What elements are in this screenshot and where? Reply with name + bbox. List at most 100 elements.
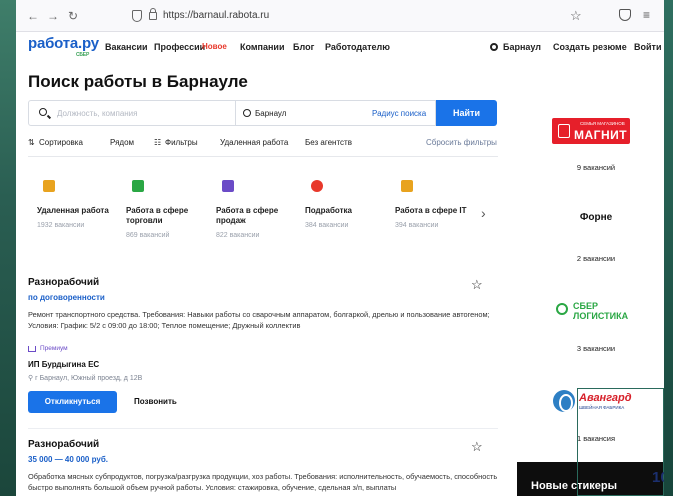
document-icon: [222, 180, 234, 192]
sber-icon: [556, 303, 568, 315]
page-title: Поиск работы в Барнауле: [28, 72, 248, 91]
category-count: 394 вакансии: [395, 222, 439, 229]
filters-icon: ☷: [154, 138, 162, 147]
sber-title: СБЕР: [573, 301, 598, 311]
category-card[interactable]: Подработка 384 вакансии: [305, 180, 385, 229]
lock-icon[interactable]: [149, 8, 157, 20]
forward-icon[interactable]: →: [46, 9, 60, 23]
region-selector[interactable]: Барнаул: [503, 42, 541, 52]
category-card[interactable]: Удаленная работа 1932 вакансии: [37, 180, 117, 229]
divider: [28, 428, 498, 429]
vacancy-address: ⚲ г Барнаул, Южный проезд, д 12В: [28, 375, 143, 382]
cart-icon: [132, 180, 144, 192]
bookmark-star-icon[interactable]: ☆: [570, 8, 582, 24]
category-count: 869 вакансий: [126, 232, 170, 239]
reload-icon[interactable]: ↻: [66, 9, 80, 23]
radius-link[interactable]: Радиус поиска: [372, 109, 426, 118]
vacancy-card[interactable]: Разнорабочий по договоренности Ремонт тр…: [28, 277, 498, 382]
chevron-right-icon[interactable]: ›: [481, 205, 486, 221]
premium-label: Премиум: [40, 345, 68, 352]
nav-employers[interactable]: Работодателю: [325, 42, 390, 52]
back-icon[interactable]: ←: [26, 9, 40, 23]
browser-window: ← → ↻ https://barnaul.rabota.ru ☆ ≡ рабо…: [16, 0, 664, 496]
category-count: 384 вакансии: [305, 222, 349, 229]
desktop-background-right: [664, 0, 673, 496]
address-text: г Барнаул, Южный проезд, д 12В: [35, 375, 143, 382]
new-badge: Новое: [202, 42, 227, 51]
shield-icon[interactable]: [132, 10, 142, 22]
favorite-star-icon[interactable]: ☆: [471, 277, 483, 293]
vacancy-description: Ремонт транспортного средства. Требовани…: [28, 310, 490, 330]
category-title: Работа в сфере продаж: [216, 206, 279, 225]
company-vacancy-count[interactable]: 9 вакансий: [536, 163, 656, 172]
browser-toolbar: ← → ↻ https://barnaul.rabota.ru ☆ ≡: [16, 0, 664, 32]
category-card[interactable]: Работа в сфере IT 394 вакансии: [395, 180, 475, 229]
briefcase-icon: [43, 180, 55, 192]
category-title: Работа в сфере торговли: [126, 206, 189, 225]
category-title: Удаленная работа: [37, 206, 109, 215]
company-vacancy-count[interactable]: 3 вакансии: [536, 344, 656, 353]
magnit-logo[interactable]: СЕМЬЯ МАГАЗИНОВ МАГНИТ: [552, 118, 630, 144]
pocket-icon[interactable]: [619, 9, 631, 21]
city-field[interactable]: Барнаул Радиус поиска: [235, 100, 436, 126]
search-icon: [39, 108, 47, 116]
site-logo[interactable]: работа.ру СБЕР: [28, 35, 99, 58]
globe-icon: [553, 390, 575, 412]
reset-filters-link[interactable]: Сбросить фильтры: [426, 138, 497, 147]
favorite-star-icon[interactable]: ☆: [471, 439, 483, 455]
employer-name[interactable]: ИП Бурдыгина ЕС: [28, 360, 498, 369]
ruble-icon: [311, 180, 323, 192]
city-value: Барнаул: [255, 109, 287, 118]
sort-button[interactable]: Сортировка: [39, 138, 83, 147]
category-card[interactable]: Работа в сфере продаж 822 вакансии: [216, 180, 296, 239]
remote-filter[interactable]: Удаленная работа: [220, 138, 288, 147]
company-vacancy-count[interactable]: 2 вакансии: [536, 254, 656, 263]
logo-text: работа.ру: [28, 35, 99, 52]
address-bar[interactable]: https://barnaul.rabota.ru: [163, 10, 269, 21]
search-input[interactable]: Должность, компания: [28, 100, 236, 126]
overlay-frame: [577, 388, 664, 496]
find-button[interactable]: Найти: [436, 100, 497, 126]
category-count: 822 вакансии: [216, 232, 260, 239]
vacancy-salary: 35 000 — 40 000 руб.: [28, 455, 108, 464]
crown-icon: [28, 345, 36, 352]
magnit-m-icon: [558, 124, 570, 138]
category-count: 1932 вакансии: [37, 222, 85, 229]
divider: [28, 156, 498, 157]
desktop-background-left: [0, 0, 16, 496]
nav-blog[interactable]: Блог: [293, 42, 314, 52]
vacancy-salary: по договоренности: [28, 293, 105, 302]
login-link[interactable]: Войти: [634, 42, 661, 52]
call-button[interactable]: Позвонить: [134, 397, 177, 406]
magnit-subtitle: СЕМЬЯ МАГАЗИНОВ: [580, 121, 625, 126]
category-title: Работа в сфере IT: [395, 206, 467, 215]
category-card[interactable]: Работа в сфере торговли 869 вакансий: [126, 180, 206, 239]
location-pin-icon: [243, 109, 251, 117]
laptop-icon: [401, 180, 413, 192]
category-title: Подработка: [305, 206, 352, 215]
nearby-button[interactable]: Рядом: [110, 138, 134, 147]
location-pin-icon: [490, 43, 498, 51]
create-resume-link[interactable]: Создать резюме: [553, 42, 627, 52]
nav-companies[interactable]: Компании: [240, 42, 284, 52]
search-placeholder: Должность, компания: [57, 109, 138, 118]
vacancy-description: Обработка мясных субпродуктов, погрузка/…: [28, 472, 498, 492]
respond-button[interactable]: Откликнуться: [28, 391, 117, 413]
vacancy-title[interactable]: Разнорабочий: [28, 277, 498, 288]
magnit-title: МАГНИТ: [574, 128, 628, 142]
menu-icon[interactable]: ≡: [643, 8, 650, 22]
vacancy-card[interactable]: Разнорабочий 35 000 — 40 000 руб. Обрабо…: [28, 439, 498, 493]
overlay-number: 10: [652, 469, 664, 486]
logo-subtext: СБЕР: [76, 52, 90, 58]
forne-logo[interactable]: Форне: [536, 212, 656, 223]
site-header: работа.ру СБЕР Вакансии Профессии Новое …: [16, 32, 664, 60]
sber-subtitle: ЛОГИСТИКА: [573, 311, 629, 321]
no-agencies-filter[interactable]: Без агентств: [305, 138, 352, 147]
nav-professions[interactable]: Профессии: [154, 42, 205, 52]
nav-vacancies[interactable]: Вакансии: [105, 42, 148, 52]
sort-icon: ⇅: [28, 138, 35, 147]
vacancy-title[interactable]: Разнорабочий: [28, 439, 498, 450]
premium-badge: Премиум: [28, 345, 498, 352]
filters-button[interactable]: Фильтры: [165, 138, 198, 147]
filter-bar: ⇅ Сортировка Рядом ☷ Фильтры Удаленная р…: [28, 134, 498, 152]
